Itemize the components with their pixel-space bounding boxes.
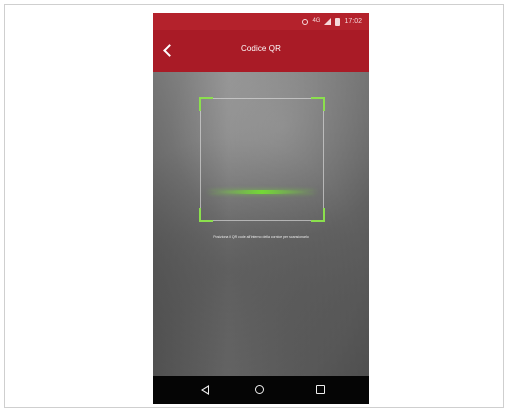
camera-preview: Posiziona il QR code all'interno della c… (153, 72, 369, 376)
status-icons: 4G 17:02 (302, 13, 362, 30)
scan-corner-bottom-right (311, 208, 325, 222)
phone-screen: 4G 17:02 Codice QR Posiziona il QR code … (153, 13, 369, 404)
status-bar: 4G 17:02 (153, 13, 369, 30)
qr-scan-frame (199, 97, 325, 222)
android-navigation-bar (153, 376, 369, 404)
nav-recent-icon[interactable] (316, 385, 325, 394)
scan-corner-top-right (311, 97, 325, 111)
battery-icon (335, 17, 341, 26)
screenshot-frame: 4G 17:02 Codice QR Posiziona il QR code … (4, 4, 504, 408)
scan-corner-bottom-left (199, 208, 213, 222)
status-time: 17:02 (344, 18, 362, 25)
scan-line (208, 190, 316, 194)
nav-home-icon[interactable] (255, 385, 264, 394)
app-bar: Codice QR (153, 30, 369, 72)
back-button[interactable] (158, 37, 178, 63)
signal-icon (324, 18, 332, 25)
alarm-icon (302, 18, 309, 25)
nav-back-icon[interactable] (201, 385, 209, 395)
scan-instruction: Posiziona il QR code all'interno della c… (213, 235, 309, 239)
network-label: 4G (312, 18, 321, 24)
scan-corner-top-left (199, 97, 213, 111)
page-title: Codice QR (240, 44, 282, 53)
chevron-left-icon (163, 43, 176, 57)
